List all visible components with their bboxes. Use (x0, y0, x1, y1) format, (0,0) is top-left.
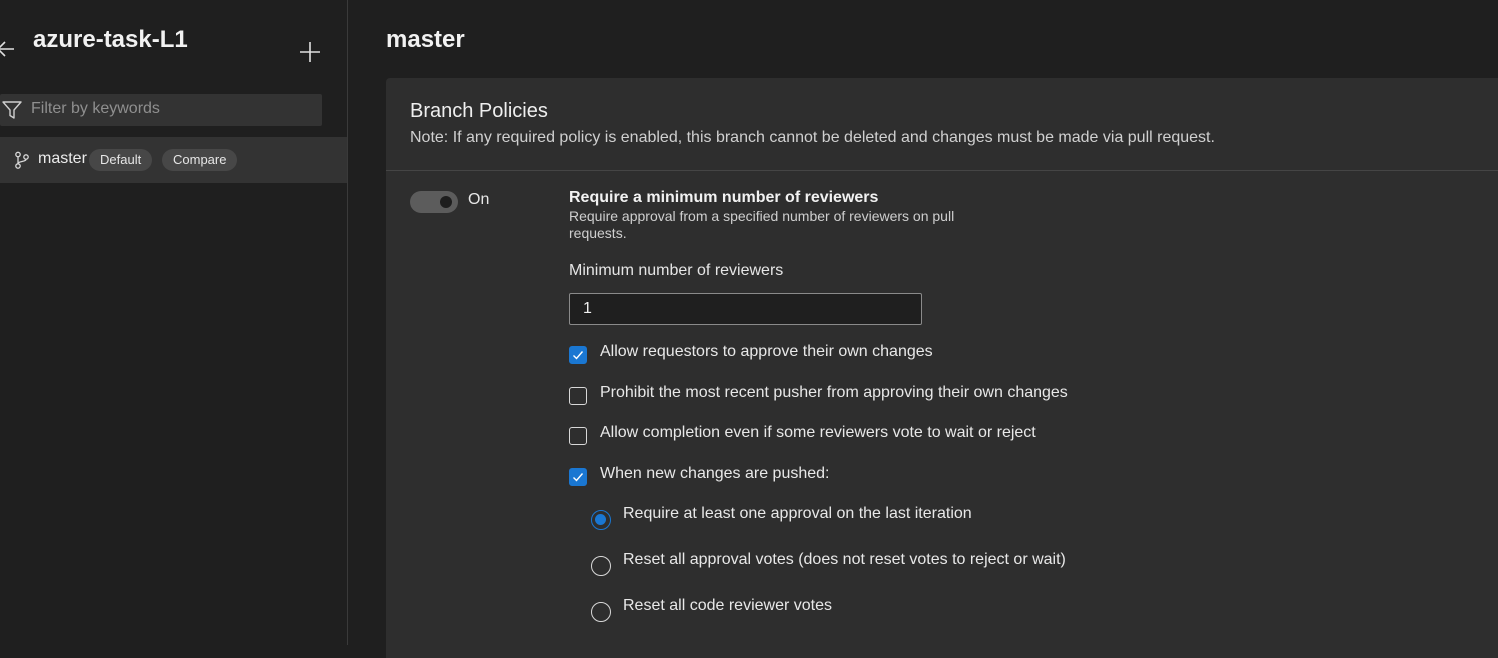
checkbox-unchecked[interactable] (569, 387, 587, 405)
checkbox-label: Allow completion even if some reviewers … (600, 424, 1036, 441)
policy-title: Require a minimum number of reviewers (569, 189, 879, 206)
checkbox-label: Prohibit the most recent pusher from app… (600, 384, 1068, 401)
min-reviewers-input[interactable] (569, 293, 922, 325)
filter-box (0, 94, 322, 126)
filter-keywords-input[interactable] (31, 94, 316, 124)
branch-row-master[interactable]: master Default Compare (0, 137, 347, 183)
radio-label: Reset all approval votes (does not reset… (623, 551, 1066, 568)
sidebar: azure-task-L1 master Default Compare (0, 0, 348, 645)
checkbox-checked[interactable] (569, 346, 587, 364)
min-reviewers-label: Minimum number of reviewers (569, 262, 784, 279)
radio-dot (595, 514, 606, 525)
card-header: Branch Policies Note: If any required po… (386, 78, 1498, 171)
toggle-label: On (468, 191, 490, 208)
radio-label: Reset all code reviewer votes (623, 597, 832, 614)
compare-button[interactable]: Compare (162, 149, 238, 171)
policy-toggle[interactable] (410, 191, 458, 213)
radio-selected[interactable] (591, 510, 611, 530)
page-title: master (386, 26, 465, 53)
radio-label: Require at least one approval on the las… (623, 505, 972, 522)
checkmark-icon (573, 351, 584, 360)
branch-name: master (38, 150, 87, 167)
branch-policies-card: Branch Policies Note: If any required po… (386, 78, 1498, 658)
radio-unselected[interactable] (591, 602, 611, 622)
policy-description: Require approval from a specified number… (569, 208, 955, 241)
branch-icon (14, 151, 30, 169)
radio-unselected[interactable] (591, 556, 611, 576)
checkbox-label: When new changes are pushed: (600, 465, 830, 482)
add-branch-plus-icon[interactable] (298, 40, 322, 64)
repo-title: azure-task-L1 (33, 26, 188, 53)
checkbox-checked[interactable] (569, 468, 587, 486)
default-badge: Default (89, 149, 153, 171)
filter-funnel-icon (2, 100, 22, 120)
section-note: Note: If any required policy is enabled,… (410, 129, 1215, 146)
checkmark-icon (573, 473, 584, 482)
checkbox-label: Allow requestors to approve their own ch… (600, 343, 933, 360)
section-title: Branch Policies (410, 100, 548, 122)
checkbox-unchecked[interactable] (569, 427, 587, 445)
back-arrow-icon[interactable] (0, 36, 16, 62)
toggle-knob (440, 196, 452, 208)
